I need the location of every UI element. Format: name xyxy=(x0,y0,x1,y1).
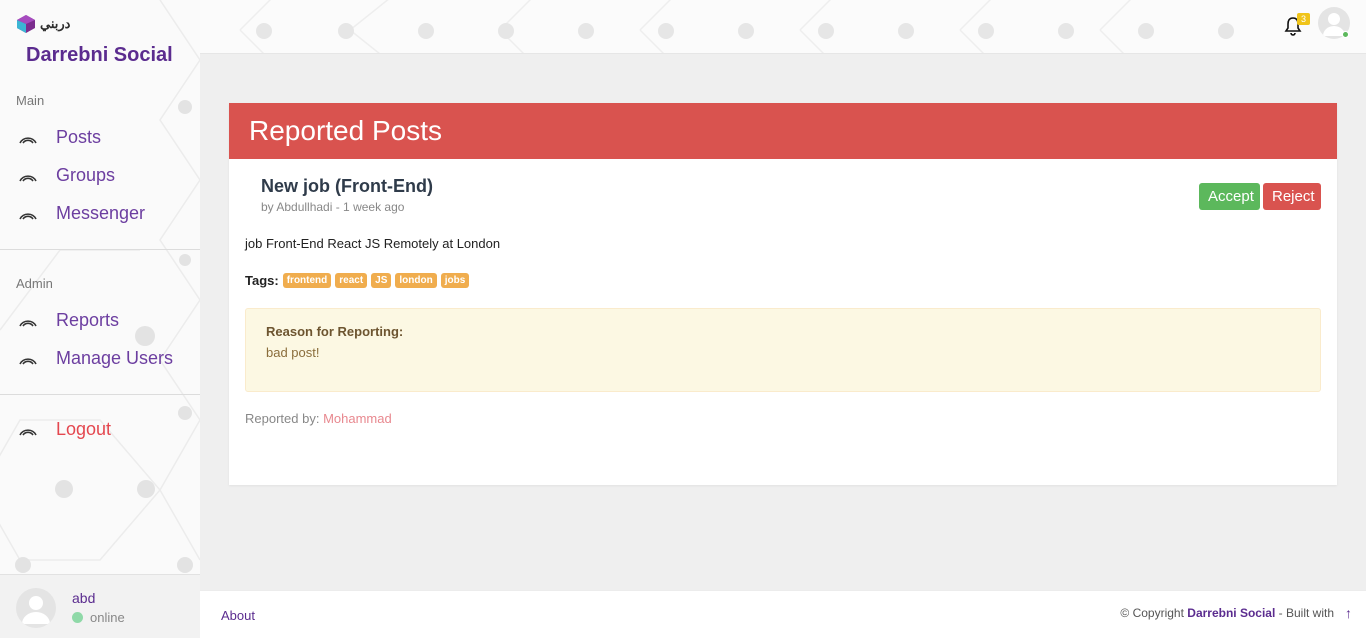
reported-by: Reported by: Mohammad xyxy=(245,411,392,426)
post-title[interactable]: New job (Front-End) xyxy=(261,176,433,197)
copyright-prefix: © Copyright xyxy=(1120,606,1188,620)
accept-button[interactable]: Accept xyxy=(1199,183,1260,210)
rss-icon xyxy=(19,429,37,436)
sidebar-item-messenger[interactable]: Messenger xyxy=(18,199,145,227)
user-status: online xyxy=(72,610,125,625)
sidebar-item-groups[interactable]: Groups xyxy=(18,161,115,189)
logout-button[interactable]: Logout xyxy=(18,415,111,443)
user-name[interactable]: abd xyxy=(72,590,95,606)
reject-button[interactable]: Reject xyxy=(1263,183,1321,210)
page-title: Reported Posts xyxy=(249,115,442,146)
tag[interactable]: JS xyxy=(371,273,392,288)
tags-label: Tags: xyxy=(245,273,279,288)
footer: About © Copyright Darrebni Social - Buil… xyxy=(200,590,1366,638)
online-indicator xyxy=(72,612,83,623)
copyright-brand[interactable]: Darrebni Social xyxy=(1187,606,1275,620)
logo-cube-icon xyxy=(17,15,35,33)
tag[interactable]: frontend xyxy=(282,273,332,288)
footer-about-link[interactable]: About xyxy=(221,608,255,623)
sidebar: دربني Darrebni Social Main Posts Groups … xyxy=(0,0,200,638)
section-label-main: Main xyxy=(16,93,45,108)
sidebar-item-label: Posts xyxy=(56,126,102,147)
rss-icon xyxy=(19,137,37,144)
sidebar-item-posts[interactable]: Posts xyxy=(18,123,101,151)
logout-label: Logout xyxy=(56,418,112,439)
arrow-up-icon[interactable]: ↑ xyxy=(1345,605,1352,621)
sidebar-item-manage-users[interactable]: Manage Users xyxy=(18,344,173,372)
tag[interactable]: jobs xyxy=(440,273,470,288)
rss-icon xyxy=(19,320,37,327)
reporter-link[interactable]: Mohammad xyxy=(323,411,392,426)
reported-by-label: Reported by: xyxy=(245,411,320,426)
report-reason-text: bad post! xyxy=(266,345,320,360)
sidebar-item-label: Groups xyxy=(56,164,116,185)
sidebar-item-label: Messenger xyxy=(56,202,146,223)
user-panel: abd online xyxy=(0,574,200,638)
avatar[interactable] xyxy=(16,588,56,628)
tag[interactable]: react xyxy=(335,273,368,288)
copyright-suffix: - Built with xyxy=(1275,606,1334,620)
card-header: Reported Posts xyxy=(229,103,1337,159)
sidebar-item-label: Manage Users xyxy=(56,347,174,368)
sidebar-divider xyxy=(0,394,200,395)
post-meta: by Abdullhadi - 1 week ago xyxy=(261,200,405,214)
user-status-label: online xyxy=(90,610,125,625)
sidebar-item-label: Reports xyxy=(56,309,120,330)
sidebar-divider xyxy=(0,249,200,250)
notification-badge: 3 xyxy=(1297,13,1310,25)
hexagon-background xyxy=(239,0,1234,53)
post-body: job Front-End React JS Remotely at Londo… xyxy=(245,236,501,251)
online-indicator xyxy=(1342,31,1349,38)
rss-icon xyxy=(19,358,37,365)
rss-icon xyxy=(19,175,37,182)
brand-title[interactable]: Darrebni Social xyxy=(26,44,173,67)
user-avatar-icon xyxy=(22,596,50,624)
sidebar-item-reports[interactable]: Reports xyxy=(18,306,119,334)
report-reason-title: Reason for Reporting: xyxy=(266,324,404,339)
topbar: 3 xyxy=(200,0,1366,54)
logo[interactable]: دربني xyxy=(16,12,70,36)
section-label-admin: Admin xyxy=(16,276,53,291)
report-reason-alert: Reason for Reporting: bad post! xyxy=(245,308,1321,392)
tags-row: Tags: frontend react JS london jobs xyxy=(245,273,470,288)
tag[interactable]: london xyxy=(395,273,437,288)
reported-posts-card: Reported Posts New job (Front-End) by Ab… xyxy=(229,103,1337,485)
logo-text: دربني xyxy=(40,16,71,31)
footer-copyright: © Copyright Darrebni Social - Built with xyxy=(1120,606,1334,620)
rss-icon xyxy=(19,213,37,220)
